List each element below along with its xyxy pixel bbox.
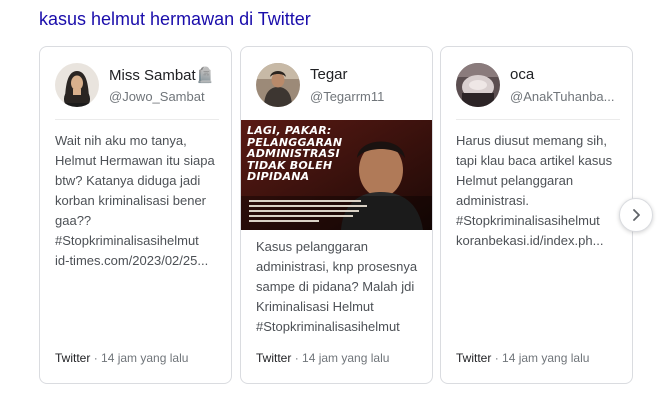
tweet-text-line: tapi klau baca artikel kasus: [456, 153, 613, 168]
author-name: Miss Sambat🪦: [109, 67, 215, 84]
tweet-footer: Twitter · 14 jam yang lalu: [55, 351, 188, 365]
tweet-text-line: gaa??: [55, 213, 92, 228]
footer-separator: ·: [294, 351, 299, 365]
tweet-header: oca @AnakTuhanba...: [456, 61, 620, 109]
tweet-text-line: sampe di pidana? Malah jdi: [256, 279, 415, 294]
author-handle: @AnakTuhanba...: [510, 89, 615, 104]
tweet-text-line: administrasi, knp prosesnya: [256, 259, 418, 274]
carousel-next-button[interactable]: [619, 198, 653, 232]
tweet-link[interactable]: koranbekasi.id/index.ph...: [456, 231, 620, 251]
chevron-right-icon: [633, 209, 640, 221]
footer-separator: ·: [494, 351, 499, 365]
tweet-text-line: Kasus pelanggaran: [256, 239, 369, 254]
footer-separator: ·: [93, 351, 98, 365]
tweet-text-line: Wait nih aku mo tanya,: [55, 133, 187, 148]
tweet-link[interactable]: id-times.com/2023/02/25...: [55, 251, 219, 271]
section-title-link[interactable]: kasus helmut hermawan di Twitter: [39, 9, 311, 30]
tweet-image[interactable]: LAGI, PAKAR: PELANGGARAN ADMINISTRASI TI…: [241, 120, 432, 230]
twitter-carousel-section: kasus helmut hermawan di Twitter Miss Sa…: [0, 0, 664, 404]
tweet-hashtag[interactable]: #Stopkriminalisasihelmut: [456, 211, 620, 231]
tweet-text-line: korban kriminalisasi bener: [55, 193, 207, 208]
source-label: Twitter: [456, 351, 492, 365]
tweet-text-line: Helmut Hermawan itu siapa: [55, 153, 215, 168]
author-handle: @Jowo_Sambat: [109, 89, 205, 104]
image-headline-line: DIPIDANA: [247, 170, 310, 183]
tweet-text: Wait nih aku mo tanya, Helmut Hermawan i…: [55, 131, 219, 271]
tweet-card[interactable]: oca @AnakTuhanba... Harus diusut memang …: [440, 46, 633, 384]
tweet-text-line: Kriminalisasi Helmut: [256, 299, 374, 314]
timestamp: 14 jam yang lalu: [502, 351, 590, 365]
tweet-text-line: Harus diusut memang sih,: [456, 133, 608, 148]
tweet-footer: Twitter · 14 jam yang lalu: [256, 351, 389, 365]
author-name: Tegar: [310, 66, 348, 83]
tweet-hashtag[interactable]: #Stopkriminalisasihelmut: [256, 317, 420, 337]
tweet-text-line: Helmut pelanggaran: [456, 173, 574, 188]
divider: [456, 119, 620, 120]
image-headline: LAGI, PAKAR: PELANGGARAN ADMINISTRASI TI…: [247, 125, 387, 183]
image-headline-line: LAGI, PAKAR:: [247, 124, 332, 137]
tweet-hashtag[interactable]: #Stopkriminalisasihelmut: [55, 231, 219, 251]
timestamp: 14 jam yang lalu: [302, 351, 390, 365]
source-label: Twitter: [55, 351, 91, 365]
divider: [55, 119, 219, 120]
tweet-header: Miss Sambat🪦 @Jowo_Sambat: [55, 61, 219, 109]
tweet-text-line: administrasi.: [456, 193, 529, 208]
tweet-header: Tegar @Tegarrm11: [256, 61, 420, 109]
avatar: [456, 63, 500, 107]
avatar: [55, 63, 99, 107]
tweet-text: Kasus pelanggaran administrasi, knp pros…: [256, 237, 420, 337]
image-headline-line: ADMINISTRASI: [247, 147, 340, 160]
source-label: Twitter: [256, 351, 292, 365]
tweet-footer: Twitter · 14 jam yang lalu: [456, 351, 589, 365]
tweet-card[interactable]: Miss Sambat🪦 @Jowo_Sambat Wait nih aku m…: [39, 46, 232, 384]
tweet-text: Harus diusut memang sih, tapi klau baca …: [456, 131, 620, 251]
avatar: [256, 63, 300, 107]
author-name: oca: [510, 66, 535, 83]
timestamp: 14 jam yang lalu: [101, 351, 189, 365]
tweet-card[interactable]: Tegar @Tegarrm11 LAGI, PAKAR: PELANGGARA…: [240, 46, 433, 384]
author-handle: @Tegarrm11: [310, 89, 385, 104]
tweet-text-line: btw? Katanya diduga jadi: [55, 173, 201, 188]
